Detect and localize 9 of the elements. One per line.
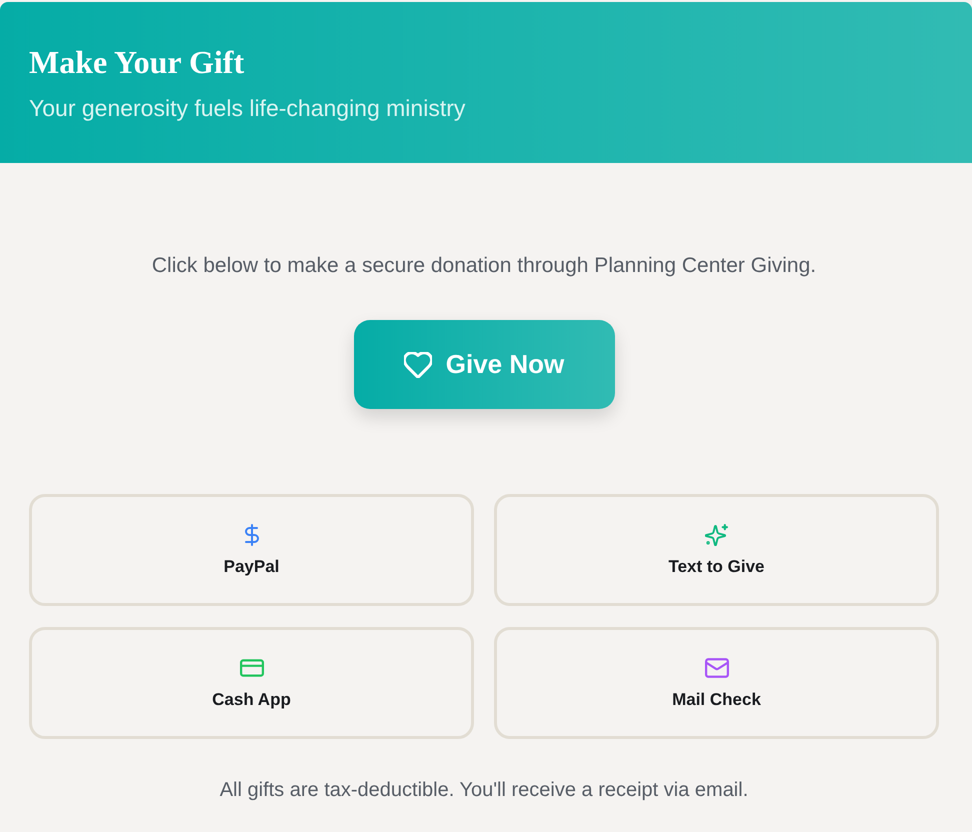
intro-text: Click below to make a secure donation through Planning Center Giving. — [152, 253, 816, 279]
page-title: Make Your Gift — [29, 43, 244, 81]
payment-option-button[interactable]: PayPal — [29, 494, 474, 606]
heart-icon — [404, 352, 432, 378]
payment-option-button[interactable]: Text to Give — [494, 494, 939, 606]
tax-note: All gifts are tax-deductible. You'll receive a receipt via email. — [220, 778, 748, 803]
payment-option-button[interactable]: Cash App — [29, 627, 474, 739]
page-subtitle: Your generosity fuels life-changing ministry — [29, 94, 466, 123]
payment-option-button[interactable]: Mail Check — [494, 627, 939, 739]
